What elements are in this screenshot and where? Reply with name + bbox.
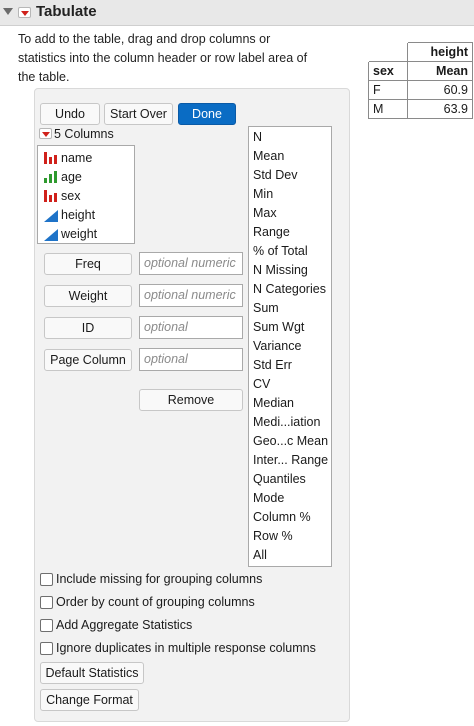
list-item[interactable]: Variance — [253, 337, 301, 356]
list-item[interactable]: Std Dev — [253, 166, 297, 185]
continuous-icon — [44, 229, 58, 241]
row-label: M — [368, 99, 408, 119]
list-item[interactable]: Std Err — [253, 356, 292, 375]
include-missing-option[interactable]: Include missing for grouping columns — [40, 570, 340, 588]
columns-menu-icon[interactable] — [39, 128, 52, 139]
nominal-icon — [44, 152, 58, 164]
table-row: M 63.9 — [368, 99, 473, 119]
id-role-button[interactable]: ID — [44, 317, 132, 339]
table-row: F 60.9 — [368, 80, 473, 100]
list-item[interactable]: Sum Wgt — [253, 318, 304, 337]
list-item[interactable]: Median — [253, 394, 294, 413]
list-item[interactable]: All — [253, 546, 267, 565]
freq-input[interactable]: optional numeric — [139, 252, 243, 275]
ignore-duplicates-option[interactable]: Ignore duplicates in multiple response c… — [40, 639, 345, 657]
list-item[interactable]: Mode — [253, 489, 284, 508]
remove-button[interactable]: Remove — [139, 389, 243, 411]
list-item[interactable]: Mean — [253, 147, 284, 166]
cell-value: 63.9 — [407, 99, 473, 119]
report-title: Tabulate — [36, 3, 97, 20]
list-item[interactable]: Column % — [253, 508, 311, 527]
done-button[interactable]: Done — [178, 103, 236, 125]
column-name: sex — [61, 189, 81, 203]
add-aggregate-checkbox[interactable] — [40, 619, 53, 632]
start-over-button[interactable]: Start Over — [104, 103, 173, 125]
change-format-button[interactable]: Change Format — [40, 689, 139, 711]
weight-input[interactable]: optional numeric — [139, 284, 243, 307]
columns-list[interactable]: name age sex height weight — [37, 145, 135, 244]
id-input[interactable]: optional — [139, 316, 243, 339]
list-item[interactable]: Row % — [253, 527, 293, 546]
column-name: weight — [61, 227, 98, 241]
disclosure-triangle-icon[interactable] — [3, 8, 13, 15]
ignore-duplicates-checkbox[interactable] — [40, 642, 53, 655]
list-item[interactable]: N Categories — [253, 280, 326, 299]
page-column-role-button[interactable]: Page Column — [44, 349, 132, 371]
list-item[interactable]: Geo...c Mean — [253, 432, 328, 451]
ordinal-icon — [44, 171, 58, 183]
page-column-input[interactable]: optional — [139, 348, 243, 371]
list-item[interactable]: Sum — [253, 299, 279, 318]
result-table: height sex Mean F 60.9 M 63.9 — [368, 42, 473, 119]
statistics-list[interactable]: N Mean Std Dev Min Max Range % of Total … — [248, 126, 332, 567]
column-name: age — [61, 170, 82, 184]
default-statistics-button[interactable]: Default Statistics — [40, 662, 144, 684]
list-item[interactable]: Range — [253, 223, 290, 242]
weight-role-button[interactable]: Weight — [44, 285, 132, 307]
undo-button[interactable]: Undo — [40, 103, 100, 125]
list-item[interactable]: N Missing — [253, 261, 308, 280]
nominal-icon — [44, 190, 58, 202]
cell-value: 60.9 — [407, 80, 473, 100]
list-item[interactable]: Max — [253, 204, 277, 223]
list-item[interactable]: Quantiles — [253, 470, 306, 489]
order-by-count-option[interactable]: Order by count of grouping columns — [40, 593, 340, 611]
freq-role-button[interactable]: Freq — [44, 253, 132, 275]
continuous-icon — [44, 210, 58, 222]
column-name: name — [61, 151, 93, 165]
columns-count-label: 5 Columns — [54, 127, 114, 141]
row-label-header-sex[interactable]: sex — [368, 61, 408, 81]
order-by-count-checkbox[interactable] — [40, 596, 53, 609]
stat-header-mean[interactable]: Mean — [407, 61, 473, 81]
list-item[interactable]: CV — [253, 375, 270, 394]
column-name: height — [61, 208, 96, 222]
list-item[interactable]: Min — [253, 185, 273, 204]
column-header-height[interactable]: height — [407, 42, 473, 62]
red-triangle-menu-icon[interactable] — [18, 7, 31, 18]
row-label: F — [368, 80, 408, 100]
list-item[interactable]: N — [253, 128, 262, 147]
list-item[interactable]: Inter... Range — [253, 451, 328, 470]
include-missing-checkbox[interactable] — [40, 573, 53, 586]
add-aggregate-option[interactable]: Add Aggregate Statistics — [40, 616, 340, 634]
instructions-text: To add to the table, drag and drop colum… — [18, 32, 308, 84]
list-item[interactable]: % of Total — [253, 242, 308, 261]
list-item[interactable]: Medi...iation — [253, 413, 320, 432]
